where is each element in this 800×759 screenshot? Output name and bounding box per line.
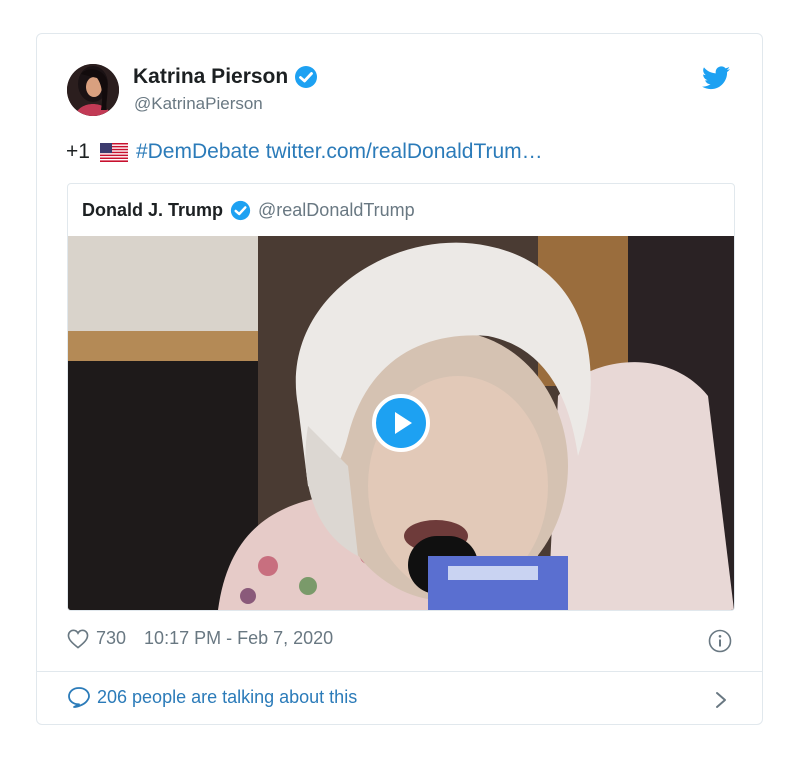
tweet-meta: 730 10:17 PM - Feb 7, 2020 — [67, 628, 333, 649]
us-flag-icon — [99, 142, 128, 162]
play-icon — [395, 412, 412, 434]
author-name-text[interactable]: Katrina Pierson — [133, 65, 288, 89]
chevron-right-icon[interactable] — [714, 690, 728, 710]
tweet-prefix: +1 — [66, 140, 90, 163]
author-avatar[interactable] — [67, 64, 119, 116]
author-name[interactable]: Katrina Pierson — [133, 65, 318, 89]
verified-badge-icon — [294, 65, 318, 89]
hashtag-link[interactable]: #DemDebate — [136, 140, 260, 164]
quoted-tweet-link[interactable]: twitter.com/realDonaldTrum… — [266, 140, 543, 164]
footer-divider — [37, 671, 762, 672]
verified-badge-icon — [230, 200, 251, 221]
info-icon[interactable] — [708, 629, 732, 653]
video-thumbnail[interactable] — [68, 236, 734, 610]
conversation-link[interactable]: 206 people are talking about this — [67, 686, 357, 708]
quoted-author-handle[interactable]: @realDonaldTrump — [258, 200, 415, 221]
play-button[interactable] — [372, 394, 430, 452]
tweet-timestamp[interactable]: 10:17 PM - Feb 7, 2020 — [144, 628, 333, 649]
tweet-text: +1 #DemDebate twitter.com/realDonaldTrum… — [66, 140, 543, 164]
like-count[interactable]: 730 — [96, 628, 126, 649]
embedded-tweet-card: Katrina Pierson @KatrinaPierson +1 #DemD… — [36, 33, 763, 725]
quoted-author-name[interactable]: Donald J. Trump — [82, 200, 223, 221]
author-handle[interactable]: @KatrinaPierson — [134, 94, 263, 114]
heart-icon[interactable] — [67, 629, 89, 649]
speech-bubble-icon — [67, 686, 91, 708]
quoted-tweet[interactable]: Donald J. Trump @realDonaldTrump — [67, 183, 735, 611]
conversation-label[interactable]: 206 people are talking about this — [97, 687, 357, 708]
quoted-tweet-header: Donald J. Trump @realDonaldTrump — [82, 200, 415, 221]
twitter-bird-icon[interactable] — [702, 66, 730, 90]
